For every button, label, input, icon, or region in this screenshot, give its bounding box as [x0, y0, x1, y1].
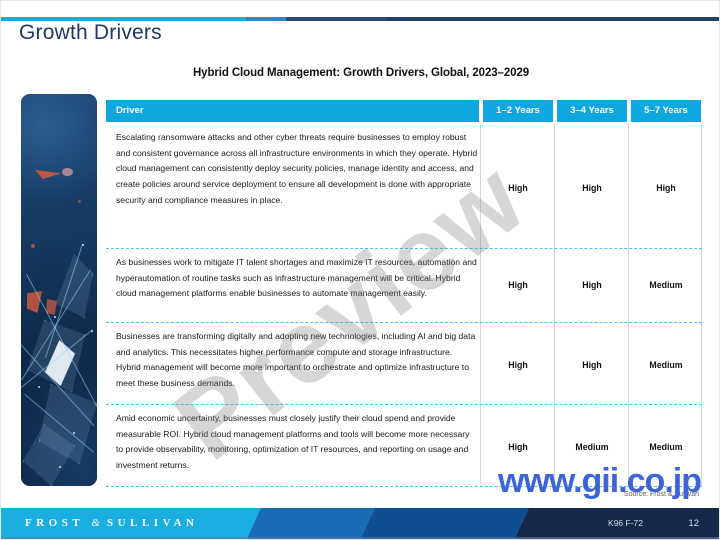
slide-footer: FROST & SULLIVAN K96 F-72 12	[1, 508, 719, 539]
image-shard-3	[31, 244, 35, 248]
row-rating-1-2-years: High	[508, 360, 528, 370]
image-shard-4	[78, 200, 81, 203]
exhibit-title: Hybrid Cloud Management: Growth Drivers,…	[192, 67, 530, 79]
footer-brand-frost: FROST	[25, 517, 84, 529]
image-shard-2	[62, 168, 73, 176]
row-driver-text: Escalating ransomware attacks and other …	[116, 132, 478, 205]
row-rating-3-4-years: High	[582, 183, 602, 193]
row-rating-3-4-years: Medium	[575, 442, 609, 452]
row-driver-text: Businesses are transforming digitally an…	[116, 331, 476, 389]
row-rating-1-2-years: High	[508, 442, 528, 452]
footer-brand-sullivan: SULLIVAN	[107, 517, 199, 529]
table-body: Escalating ransomware attacks and other …	[106, 124, 702, 487]
table-row: Businesses are transforming digitally an…	[106, 323, 702, 405]
footer-segment-blue	[247, 508, 377, 539]
url-watermark: www.gii.co.jp	[498, 462, 702, 500]
row-rating-1-2-years: High	[508, 280, 528, 290]
footer-brand-ampersand: &	[91, 517, 100, 529]
decorative-image-panel	[21, 94, 97, 486]
footer-document-code: K96 F-72	[608, 518, 643, 528]
image-node-5	[73, 432, 75, 434]
footer-underline	[1, 537, 719, 539]
table-header-row: Driver 1–2 Years 3–4 Years 5–7 Years	[106, 100, 702, 122]
row-rating-1-2-years: High	[508, 183, 528, 193]
row-driver-text: As businesses work to mitigate IT talent…	[116, 257, 477, 299]
row-driver-text: Amid economic uncertainty, businesses mu…	[116, 413, 470, 471]
image-node-1	[82, 244, 84, 246]
image-node-6	[59, 466, 61, 468]
row-rating-5-7-years: Medium	[649, 442, 683, 452]
row-rating-3-4-years: High	[582, 360, 602, 370]
row-rating-3-4-years: High	[582, 280, 602, 290]
table-header-1-2-years: 1–2 Years	[483, 100, 553, 122]
row-rating-5-7-years: High	[656, 183, 676, 193]
footer-segment-dark-blue	[361, 508, 531, 539]
row-rating-5-7-years: Medium	[649, 280, 683, 290]
footer-page-number: 12	[688, 518, 699, 529]
image-node-2	[54, 316, 56, 318]
row-rating-5-7-years: Medium	[649, 360, 683, 370]
table-header-5-7-years: 5–7 Years	[631, 100, 701, 122]
table-row: As businesses work to mitigate IT talent…	[106, 249, 702, 323]
slide-canvas: Growth Drivers Hybrid Cloud Management: …	[0, 0, 720, 540]
table-header-3-4-years: 3–4 Years	[557, 100, 627, 122]
table-row: Escalating ransomware attacks and other …	[106, 124, 702, 249]
footer-brand-logo: FROST & SULLIVAN	[25, 508, 198, 539]
page-title: Growth Drivers	[19, 21, 162, 44]
top-rule-segment-mid	[246, 17, 286, 21]
table-header-driver: Driver	[106, 100, 479, 122]
top-rule-segment-navy-dark	[386, 17, 719, 21]
image-node-3	[91, 330, 93, 332]
growth-drivers-table: Driver 1–2 Years 3–4 Years 5–7 Years Esc…	[106, 100, 702, 487]
image-node-4	[38, 386, 40, 388]
